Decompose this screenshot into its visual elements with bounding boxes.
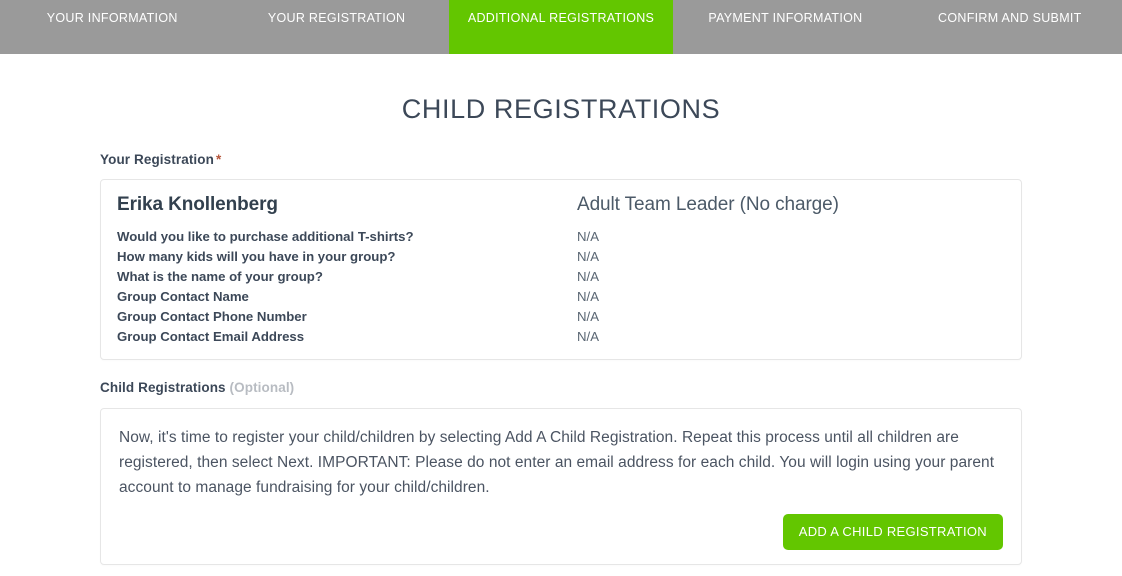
registrant-name: Erika Knollenberg bbox=[117, 194, 278, 215]
step-payment-information[interactable]: PAYMENT INFORMATION bbox=[673, 0, 897, 54]
registration-summary-card: Erika Knollenberg Adult Team Leader (No … bbox=[100, 179, 1022, 360]
step-label: YOUR REGISTRATION bbox=[267, 11, 406, 25]
question-label: Group Contact Phone Number bbox=[117, 309, 307, 324]
table-row: Group Contact Phone Number N/A bbox=[117, 307, 1005, 327]
question-label: What is the name of your group? bbox=[117, 269, 323, 284]
question-label: Would you like to purchase additional T-… bbox=[117, 229, 414, 244]
table-row: How many kids will you have in your grou… bbox=[117, 247, 1005, 267]
step-label: PAYMENT INFORMATION bbox=[708, 11, 863, 25]
table-row: What is the name of your group? N/A bbox=[117, 267, 1005, 287]
instructions-text: Now, it's time to register your child/ch… bbox=[119, 429, 995, 496]
step-label: ADDITIONAL REGISTRATIONS bbox=[467, 11, 655, 25]
child-registrations-label: Child Registrations (Optional) bbox=[100, 380, 1022, 395]
step-your-information[interactable]: YOUR INFORMATION bbox=[0, 0, 224, 54]
wizard-step-bar: YOUR INFORMATION YOUR REGISTRATION ADDIT… bbox=[0, 0, 1122, 54]
step-label: CONFIRM AND SUBMIT bbox=[938, 11, 1082, 25]
question-answer: N/A bbox=[577, 269, 599, 284]
question-answer: N/A bbox=[577, 309, 599, 324]
step-label: YOUR INFORMATION bbox=[46, 11, 178, 25]
button-row: ADD A CHILD REGISTRATION bbox=[119, 514, 1003, 550]
content-container: Your Registration * Erika Knollenberg Adu… bbox=[100, 125, 1022, 565]
table-row: Group Contact Name N/A bbox=[117, 287, 1005, 307]
your-registration-label: Your Registration * bbox=[100, 152, 1022, 167]
step-your-registration[interactable]: YOUR REGISTRATION bbox=[224, 0, 448, 54]
child-registration-panel: Now, it's time to register your child/ch… bbox=[100, 408, 1022, 565]
question-answer: N/A bbox=[577, 289, 599, 304]
question-label: Group Contact Email Address bbox=[117, 329, 305, 344]
step-confirm-and-submit[interactable]: CONFIRM AND SUBMIT bbox=[898, 0, 1122, 54]
registration-type: Adult Team Leader (No charge) bbox=[577, 194, 839, 215]
add-a-child-registration-button[interactable]: ADD A CHILD REGISTRATION bbox=[782, 514, 1003, 550]
your-registration-label-text: Your Registration bbox=[100, 152, 214, 167]
page-body: CHILD REGISTRATIONS Your Registration * E… bbox=[0, 54, 1122, 565]
question-answer: N/A bbox=[577, 229, 599, 244]
step-additional-registrations[interactable]: ADDITIONAL REGISTRATIONS bbox=[448, 0, 674, 54]
table-row: Group Contact Email Address N/A bbox=[117, 327, 1005, 347]
required-asterisk: * bbox=[215, 152, 222, 167]
registration-question-list: Would you like to purchase additional T-… bbox=[117, 227, 1005, 347]
question-answer: N/A bbox=[577, 249, 599, 264]
registration-header: Erika Knollenberg Adult Team Leader (No … bbox=[117, 194, 1005, 216]
page-title: CHILD REGISTRATIONS bbox=[401, 94, 721, 124]
table-row: Would you like to purchase additional T-… bbox=[117, 227, 1005, 247]
child-registrations-label-text: Child Registrations bbox=[100, 380, 226, 395]
question-label: Group Contact Name bbox=[117, 289, 249, 304]
optional-note: (Optional) bbox=[229, 380, 295, 395]
question-label: How many kids will you have in your grou… bbox=[117, 249, 396, 264]
question-answer: N/A bbox=[577, 329, 599, 344]
